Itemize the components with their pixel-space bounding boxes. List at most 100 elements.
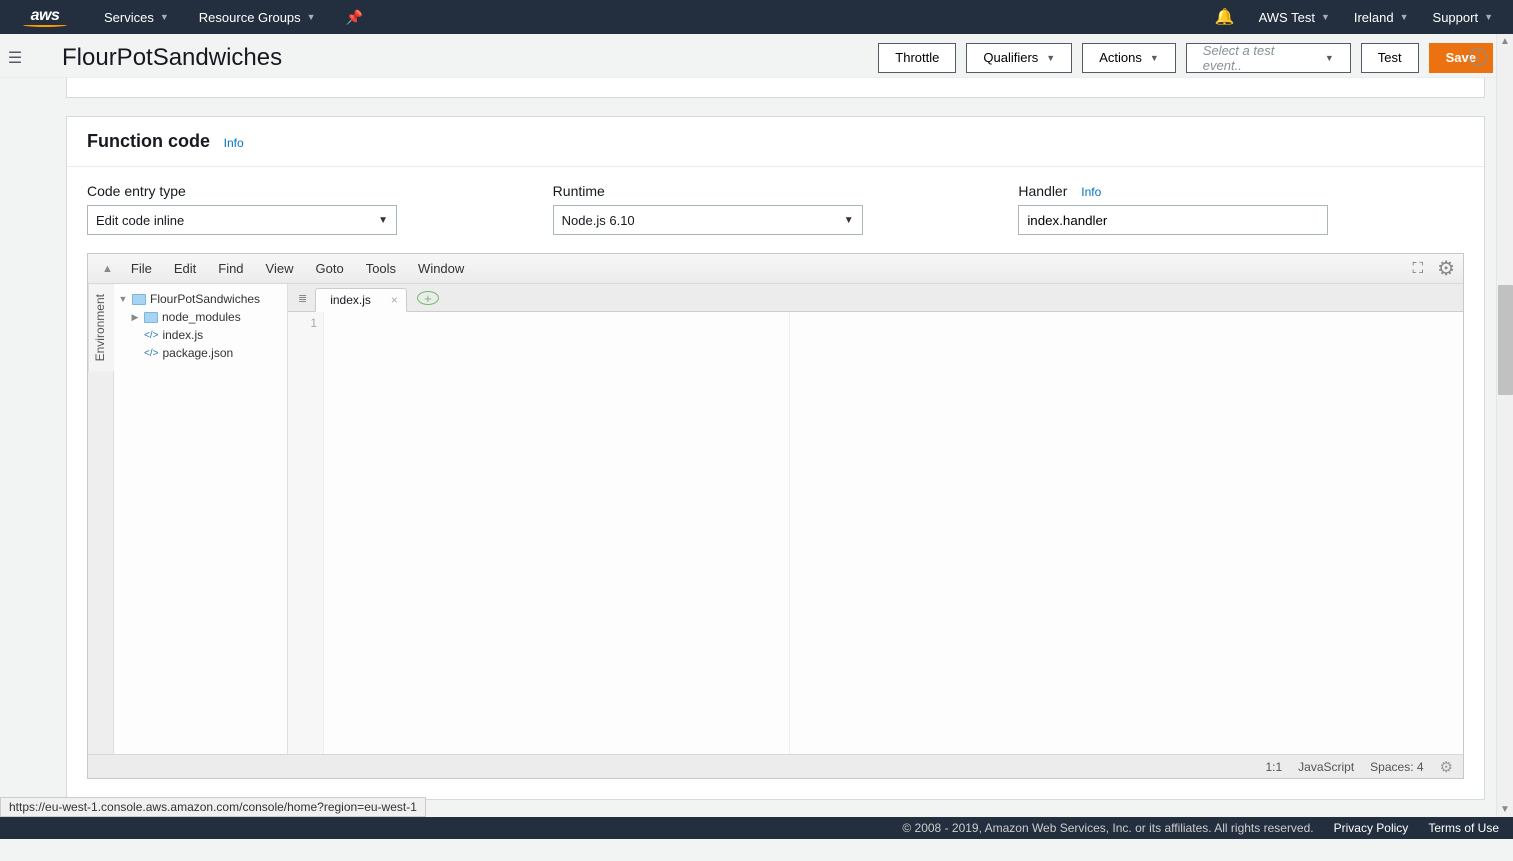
aws-top-nav: aws Services ▼ Resource Groups ▼ 📌 🔔 AWS… — [0, 0, 1513, 34]
menu-goto[interactable]: Goto — [306, 257, 354, 280]
help-panel-toggle[interactable]: i — [1469, 48, 1487, 66]
code-area: ≣ index.js × + 1 — [288, 284, 1463, 754]
pin-icon: 📌 — [346, 9, 363, 26]
scroll-down-icon[interactable]: ▼ — [1497, 804, 1513, 815]
tree-root-label: FlourPotSandwiches — [150, 292, 260, 306]
menu-view[interactable]: View — [256, 257, 304, 280]
header-buttons: Throttle Qualifiers ▼ Actions▼ Select a t… — [878, 43, 1493, 73]
language-mode[interactable]: JavaScript — [1298, 760, 1354, 774]
editor-status-bar: 1:1 JavaScript Spaces: 4 ⚙ — [88, 754, 1463, 778]
folder-icon — [132, 294, 146, 305]
indent-setting[interactable]: Spaces: 4 — [1370, 760, 1423, 774]
tree-package-json-label: package.json — [162, 346, 233, 360]
nav-resource-groups-label: Resource Groups — [199, 10, 301, 25]
aws-logo[interactable]: aws — [0, 7, 90, 27]
js-file-icon: </> — [144, 330, 158, 341]
tree-node-modules-label: node_modules — [162, 310, 241, 324]
actions-label: Actions — [1099, 50, 1142, 65]
file-tree[interactable]: ▼ FlourPotSandwiches ▶ node_modules </> … — [114, 284, 288, 754]
handler-input[interactable] — [1018, 205, 1328, 235]
collapse-tree-icon[interactable]: ▲ — [96, 263, 119, 275]
runtime-select[interactable]: Node.js 6.10 ▼ — [553, 205, 863, 235]
fullscreen-icon[interactable]: ⛶ — [1413, 260, 1424, 277]
actions-button[interactable]: Actions▼ — [1082, 43, 1176, 73]
editor-right-icons: ⛶ ⚙ — [1413, 256, 1455, 281]
nav-account[interactable]: AWS Test ▼ — [1247, 0, 1342, 34]
line-gutter: 1 — [288, 312, 324, 754]
environment-tab-container: Environment — [88, 284, 114, 754]
code-entry-col: Code entry type Edit code inline ▼ — [87, 183, 533, 235]
caret-down-icon: ▼ — [1046, 53, 1055, 63]
scrollbar-thumb[interactable] — [1498, 285, 1513, 395]
add-tab-icon[interactable]: + — [417, 291, 439, 305]
vertical-scrollbar[interactable]: ▲ ▼ — [1496, 34, 1513, 817]
code-entry-select[interactable]: Edit code inline ▼ — [87, 205, 397, 235]
nav-support[interactable]: Support ▼ — [1421, 0, 1505, 34]
json-file-icon: </> — [144, 348, 158, 359]
code-content[interactable]: 1 — [288, 312, 1463, 754]
caret-down-icon: ▼ — [844, 215, 854, 226]
tree-index-js[interactable]: </> index.js — [116, 326, 283, 344]
tab-list-icon[interactable]: ≣ — [294, 292, 315, 311]
editor-tab-index-js[interactable]: index.js × — [315, 288, 407, 312]
print-margin — [789, 312, 790, 754]
code-lines[interactable] — [324, 312, 1463, 754]
handler-label: Handler Info — [1018, 183, 1464, 199]
function-code-info-link[interactable]: Info — [224, 136, 244, 150]
throttle-button[interactable]: Throttle — [878, 43, 956, 73]
caret-down-icon: ▼ — [1484, 12, 1493, 22]
tree-node-modules[interactable]: ▶ node_modules — [116, 308, 283, 326]
tree-index-js-label: index.js — [162, 328, 203, 342]
nav-left: Services ▼ Resource Groups ▼ 📌 — [90, 0, 377, 34]
caret-down-icon: ▼ — [1400, 12, 1409, 22]
caret-down-icon: ▼ — [118, 294, 128, 304]
folder-icon — [144, 312, 158, 323]
main-area[interactable]: Function code Info Code entry type Edit … — [0, 78, 1513, 861]
nav-region[interactable]: Ireland ▼ — [1342, 0, 1421, 34]
cursor-position[interactable]: 1:1 — [1265, 760, 1282, 774]
config-row: Code entry type Edit code inline ▼ Runti… — [67, 167, 1484, 253]
nav-services[interactable]: Services ▼ — [90, 0, 183, 34]
bell-icon: 🔔 — [1215, 7, 1235, 27]
handler-col: Handler Info — [1018, 183, 1464, 235]
runtime-label: Runtime — [553, 183, 999, 199]
nav-right: 🔔 AWS Test ▼ Ireland ▼ Support ▼ — [1203, 0, 1505, 34]
environment-tab[interactable]: Environment — [88, 284, 114, 371]
code-entry-value: Edit code inline — [96, 213, 184, 228]
test-event-select[interactable]: Select a test event..▼ — [1186, 43, 1351, 73]
tree-package-json[interactable]: </> package.json — [116, 344, 283, 362]
scroll-up-icon[interactable]: ▲ — [1497, 36, 1513, 47]
menu-edit[interactable]: Edit — [164, 257, 206, 280]
caret-down-icon: ▼ — [378, 215, 388, 226]
function-header: ☰ FlourPotSandwiches Throttle Qualifiers… — [0, 34, 1513, 78]
function-title: FlourPotSandwiches — [62, 44, 878, 72]
menu-file[interactable]: File — [121, 257, 162, 280]
hamburger-icon: ☰ — [8, 50, 22, 67]
menu-tools[interactable]: Tools — [356, 257, 406, 280]
nav-notifications[interactable]: 🔔 — [1203, 0, 1247, 34]
gear-icon[interactable]: ⚙ — [1440, 758, 1453, 776]
test-button[interactable]: Test — [1361, 43, 1419, 73]
footer-privacy-link[interactable]: Privacy Policy — [1334, 821, 1409, 835]
menu-find[interactable]: Find — [208, 257, 253, 280]
tree-root[interactable]: ▼ FlourPotSandwiches — [116, 290, 283, 308]
sidebar-toggle[interactable]: ☰ — [0, 48, 30, 68]
handler-info-link[interactable]: Info — [1081, 185, 1101, 199]
nav-resource-groups[interactable]: Resource Groups ▼ — [185, 0, 330, 34]
designer-panel-cut — [66, 78, 1485, 98]
qualifiers-label: Qualifiers — [983, 50, 1038, 65]
caret-down-icon: ▼ — [307, 12, 316, 22]
nav-region-label: Ireland — [1354, 10, 1394, 25]
footer-copyright: © 2008 - 2019, Amazon Web Services, Inc.… — [902, 821, 1313, 835]
browser-status-url: https://eu-west-1.console.aws.amazon.com… — [0, 797, 426, 817]
handler-label-text: Handler — [1018, 183, 1067, 199]
menu-window[interactable]: Window — [408, 257, 474, 280]
test-event-placeholder: Select a test event.. — [1203, 43, 1317, 73]
footer-terms-link[interactable]: Terms of Use — [1428, 821, 1499, 835]
close-icon[interactable]: × — [391, 293, 398, 307]
qualifiers-button[interactable]: Qualifiers ▼ — [966, 43, 1072, 73]
editor-body: Environment ▼ FlourPotSandwiches ▶ node_… — [88, 284, 1463, 754]
nav-pin[interactable]: 📌 — [332, 0, 377, 34]
code-entry-label: Code entry type — [87, 183, 533, 199]
gear-icon[interactable]: ⚙ — [1437, 256, 1455, 281]
